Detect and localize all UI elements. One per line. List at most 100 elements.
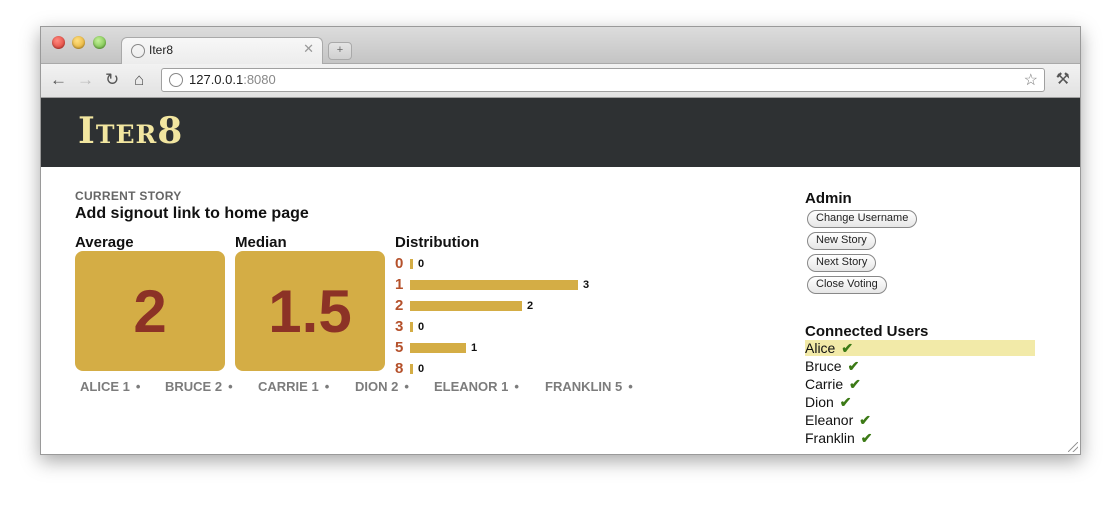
distribution-heading: Distribution xyxy=(395,234,480,251)
bullet-icon: • xyxy=(404,379,409,394)
distribution-bar xyxy=(410,279,578,290)
current-story-label: CURRENT STORY xyxy=(75,189,182,203)
url-text: 127.0.0.1:8080 xyxy=(189,72,276,87)
user-name: Carrie xyxy=(805,376,844,392)
vote-item: ALICE 1 • xyxy=(80,379,140,394)
checkmark-icon: ✔ xyxy=(859,412,871,428)
checkmark-icon: ✔ xyxy=(839,394,852,410)
url-port: :8080 xyxy=(243,72,276,87)
close-tab-icon[interactable]: ✕ xyxy=(303,41,314,57)
vote-item: DION 2 • xyxy=(355,379,409,394)
distribution-row: 80 xyxy=(395,358,424,379)
bullet-icon: • xyxy=(324,379,330,394)
voter-name: ELEANOR xyxy=(434,379,502,394)
median-heading: Median xyxy=(235,234,287,251)
voter-name: FRANKLIN xyxy=(545,379,616,394)
distribution-bar xyxy=(410,342,466,353)
user-name: Dion xyxy=(805,394,834,410)
checkmark-icon: ✔ xyxy=(847,358,860,374)
vote-value: 1 xyxy=(122,379,130,394)
vote-item: ELEANOR 1 • xyxy=(434,379,519,394)
back-arrow-icon[interactable]: ← xyxy=(50,70,67,90)
distribution-row: 13 xyxy=(395,274,589,295)
tab-strip: Iter8 ✕ + xyxy=(41,27,1080,65)
distribution-row: 30 xyxy=(395,316,424,337)
average-heading: Average xyxy=(75,234,134,251)
bullet-icon: • xyxy=(228,379,233,394)
bullet-icon: • xyxy=(135,379,141,394)
user-name: Franklin xyxy=(805,430,855,446)
user-name: Bruce xyxy=(805,358,842,374)
browser-window: Iter8 ✕ + ← → ↻ ⌂ 127.0.0.1:8080 ☆ ⚒ Ite… xyxy=(40,26,1081,455)
browser-toolbar: ← → ↻ ⌂ 127.0.0.1:8080 ☆ ⚒ xyxy=(41,64,1080,98)
distribution-category: 1 xyxy=(395,276,404,293)
page-content: Iter8 CURRENT STORY Add signout link to … xyxy=(41,98,1080,454)
distribution-row: 51 xyxy=(395,337,477,358)
address-bar[interactable]: 127.0.0.1:8080 ☆ xyxy=(161,68,1045,92)
distribution-count: 0 xyxy=(418,257,425,270)
next-story-button[interactable]: Next Story xyxy=(807,254,877,272)
close-voting-button[interactable]: Close Voting xyxy=(807,276,887,294)
user-name: Alice xyxy=(805,340,836,356)
distribution-count: 1 xyxy=(471,341,478,354)
bookmark-star-icon[interactable]: ☆ xyxy=(1024,70,1038,90)
vote-item: FRANKLIN 5 • xyxy=(545,379,633,394)
voter-name: BRUCE xyxy=(165,379,215,394)
url-host: 127.0.0.1 xyxy=(189,72,244,87)
distribution-count: 3 xyxy=(583,278,590,291)
vote-item: CARRIE 1 • xyxy=(258,379,329,394)
distribution-count: 0 xyxy=(418,320,425,333)
distribution-bar xyxy=(410,321,413,332)
distribution-count: 0 xyxy=(418,362,425,375)
connected-user: Bruce ✔ xyxy=(805,358,1035,374)
distribution-category: 3 xyxy=(395,318,404,335)
tab-title: Iter8 xyxy=(149,43,174,57)
vote-value: 5 xyxy=(615,379,623,394)
distribution-category: 5 xyxy=(395,339,404,356)
connected-user: Alice ✔ xyxy=(805,340,1035,356)
minimize-window-button[interactable] xyxy=(72,36,85,49)
connected-users-heading: Connected Users xyxy=(805,323,929,340)
voter-name: ALICE xyxy=(80,379,123,394)
connected-user: Eleanor ✔ xyxy=(805,412,1035,428)
distribution-bar xyxy=(410,300,522,311)
checkmark-icon: ✔ xyxy=(849,376,861,392)
app-header: Iter8 xyxy=(41,98,1080,167)
connected-user: Dion ✔ xyxy=(805,394,1035,410)
voter-name: CARRIE xyxy=(258,379,312,394)
user-name: Eleanor xyxy=(805,412,854,428)
connected-user: Carrie ✔ xyxy=(805,376,1035,392)
distribution-category: 8 xyxy=(395,360,404,377)
average-value: 2 xyxy=(75,251,225,371)
vote-item: BRUCE 2 • xyxy=(165,379,233,394)
distribution-bar xyxy=(410,363,413,374)
distribution-row: 00 xyxy=(395,253,424,274)
vote-value: 1 xyxy=(311,379,319,394)
new-tab-button[interactable]: + xyxy=(328,42,352,60)
admin-heading: Admin xyxy=(805,190,852,207)
story-title: Add signout link to home page xyxy=(75,205,309,222)
vote-value: 2 xyxy=(391,379,399,394)
close-window-button[interactable] xyxy=(52,36,65,49)
checkmark-icon: ✔ xyxy=(860,430,873,446)
reload-icon[interactable]: ↻ xyxy=(105,70,119,90)
new-story-button[interactable]: New Story xyxy=(807,232,876,250)
app-logo: Iter8 xyxy=(78,110,184,152)
home-icon[interactable]: ⌂ xyxy=(134,70,144,90)
zoom-window-button[interactable] xyxy=(93,36,106,49)
forward-arrow-icon[interactable]: → xyxy=(77,70,94,90)
globe-icon xyxy=(169,73,183,87)
distribution-row: 22 xyxy=(395,295,533,316)
connected-user: Franklin ✔ xyxy=(805,430,1035,446)
vote-value: 1 xyxy=(501,379,509,394)
wrench-icon[interactable]: ⚒ xyxy=(1056,69,1070,89)
browser-tab[interactable]: Iter8 ✕ xyxy=(121,37,323,65)
bullet-icon: • xyxy=(514,379,519,394)
distribution-category: 0 xyxy=(395,255,404,272)
voter-name: DION xyxy=(355,379,392,394)
globe-icon xyxy=(131,44,145,58)
resize-grip-icon[interactable] xyxy=(1068,442,1078,452)
distribution-category: 2 xyxy=(395,297,404,314)
bullet-icon: • xyxy=(628,379,633,394)
change-username-button[interactable]: Change Username xyxy=(807,210,918,228)
